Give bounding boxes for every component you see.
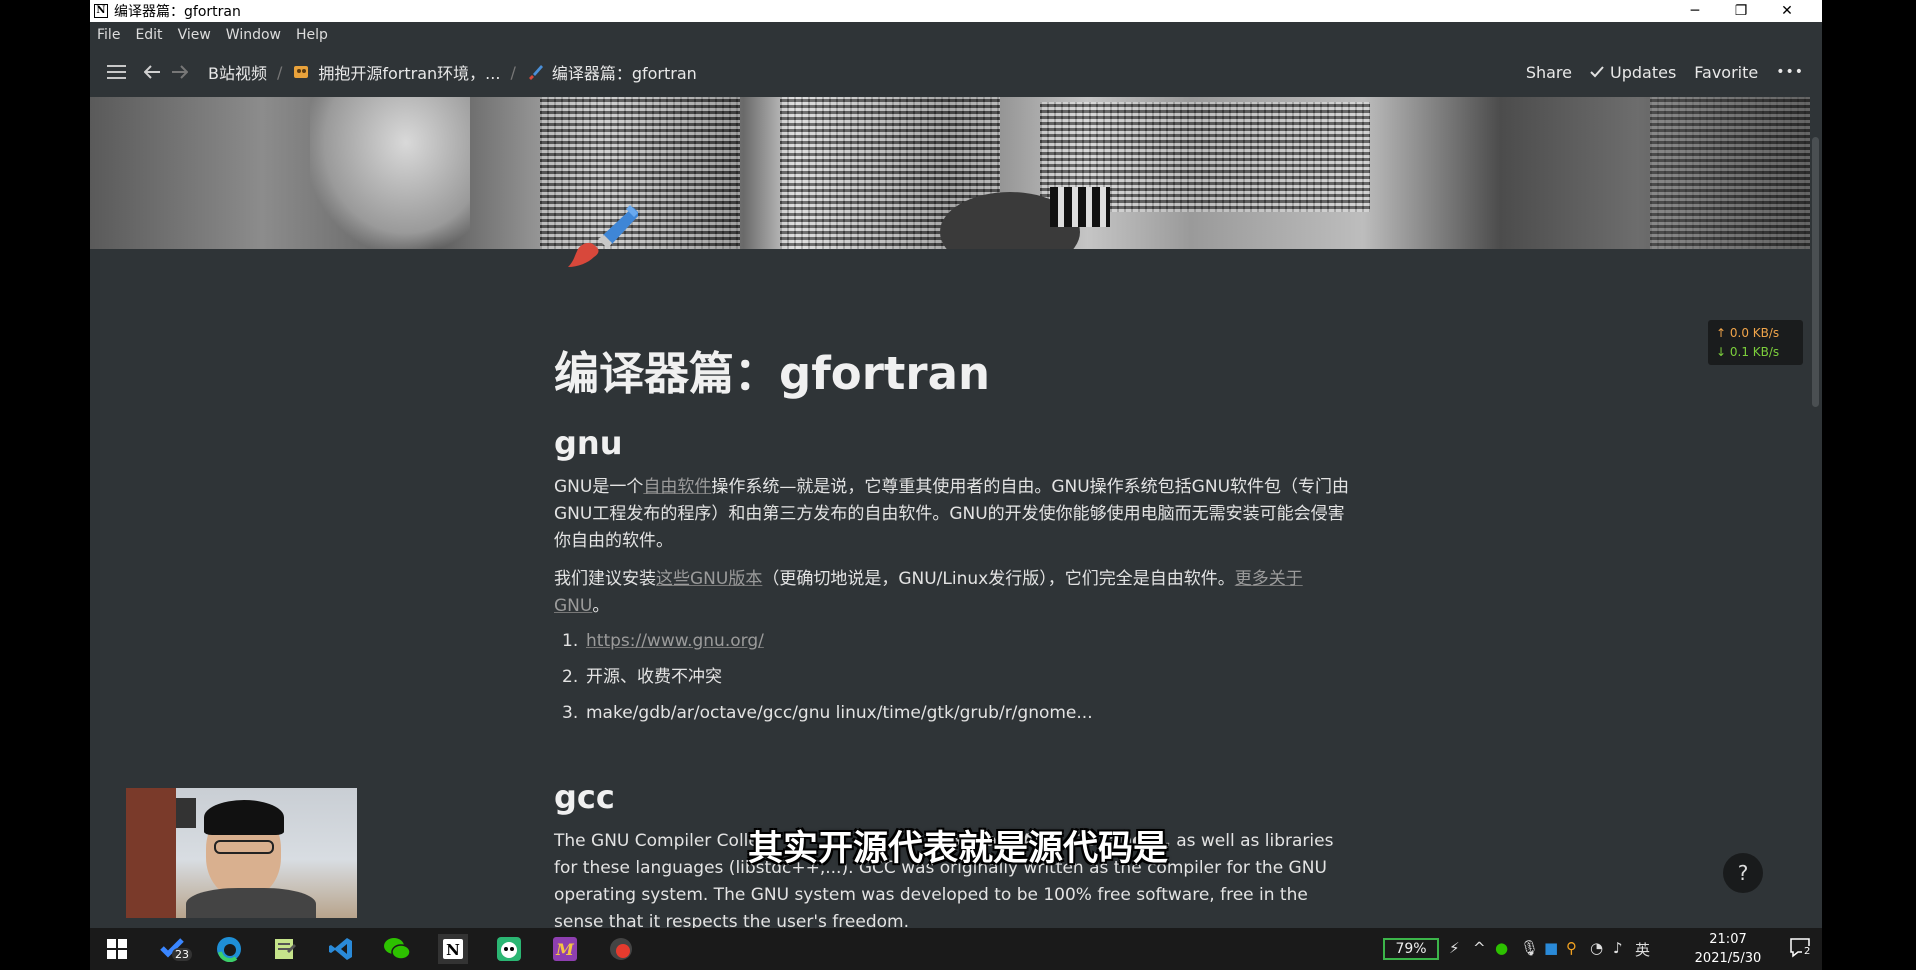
- breadcrumb-item-bilibili[interactable]: B站视频: [208, 60, 267, 84]
- page-icon-paintbrush[interactable]: [558, 205, 638, 285]
- edge-browser-icon[interactable]: [214, 934, 244, 964]
- svg-text:N: N: [446, 941, 460, 959]
- list-item[interactable]: 2. 开源、收费不冲突: [562, 664, 722, 691]
- chevron-up-icon[interactable]: ^: [1473, 939, 1486, 957]
- notion-taskbar-icon[interactable]: N: [438, 934, 468, 964]
- download-speed: ↓ 0.1 KB/s: [1716, 345, 1780, 359]
- video-subtitle: 其实开源代表就是源代码是: [748, 829, 1169, 869]
- todo-badge: 23: [172, 948, 192, 961]
- scrollbar-thumb[interactable]: [1812, 137, 1819, 407]
- text-span: GNU是一个: [554, 477, 644, 497]
- share-button[interactable]: Share: [1526, 63, 1572, 82]
- clock-time: 21:07: [1709, 932, 1747, 947]
- page-title[interactable]: 编译器篇：gfortran: [554, 337, 990, 402]
- list-text: 开源、收费不冲突: [586, 667, 722, 687]
- link-free-software[interactable]: 自由软件: [643, 477, 711, 497]
- volume-icon[interactable]: ♪: [1613, 939, 1623, 957]
- link-gnu-versions[interactable]: 这些GNU版本: [656, 569, 762, 589]
- wechat-tray-icon[interactable]: ●: [1495, 939, 1508, 957]
- menu-bar: File Edit View Window Help: [90, 22, 1822, 47]
- restore-button[interactable]: ❐: [1718, 0, 1764, 22]
- heading-gnu[interactable]: gnu: [554, 424, 622, 462]
- page-cover-image[interactable]: [90, 97, 1810, 249]
- todo-app-icon[interactable]: 23: [158, 934, 192, 964]
- list-number: 2.: [562, 667, 579, 687]
- microphone-icon[interactable]: 🎙: [1520, 939, 1539, 957]
- webcam-overlay: [126, 788, 357, 918]
- wechat-icon[interactable]: [382, 934, 412, 964]
- text-span: 。: [592, 596, 610, 616]
- clock-date: 2021/5/30: [1694, 951, 1762, 966]
- menu-help[interactable]: Help: [296, 27, 328, 43]
- favorite-button[interactable]: Favorite: [1694, 63, 1758, 82]
- search-tray-icon[interactable]: ⚲: [1566, 939, 1577, 957]
- list-number: 1.: [562, 631, 579, 651]
- title-bar: N 编译器篇：gfortran ─ ❐ ✕: [90, 0, 1822, 22]
- windows-start-icon[interactable]: [102, 934, 132, 964]
- text-span: 我们建议安装: [554, 569, 656, 589]
- panda-app-icon[interactable]: [494, 934, 524, 964]
- paragraph-gnu-intro[interactable]: GNU是一个自由软件操作系统—就是说，它尊重其使用者的自由。GNU操作系统包括G…: [554, 474, 1354, 555]
- list-item[interactable]: 3. make/gdb/ar/octave/gcc/gnu linux/time/…: [562, 700, 1093, 727]
- battery-indicator[interactable]: 79%: [1383, 938, 1439, 960]
- close-button[interactable]: ✕: [1764, 0, 1810, 22]
- screen-recorder-icon[interactable]: [606, 934, 636, 964]
- vscode-icon[interactable]: [326, 934, 356, 964]
- minimize-button[interactable]: ─: [1672, 0, 1718, 22]
- menu-edit[interactable]: Edit: [135, 27, 162, 43]
- notification-center-icon[interactable]: 2: [1790, 938, 1813, 958]
- power-plug-icon[interactable]: ⚡: [1449, 939, 1460, 957]
- breadcrumb-item-fortran[interactable]: 拥抱开源fortran环境，...: [318, 60, 500, 84]
- system-clock[interactable]: 21:07 2021/5/30: [1688, 930, 1768, 968]
- updates-button[interactable]: Updates: [1610, 63, 1676, 82]
- upload-speed: ↑ 0.0 KB/s: [1716, 326, 1780, 340]
- mathtype-icon[interactable]: M: [550, 934, 580, 964]
- list-number: 3.: [562, 703, 579, 723]
- windows-taskbar: 23 N M 79% ⚡ ^ ● 🎙 ■ ⚲ ◔ ♪ 英 21:07 2021/…: [90, 928, 1822, 970]
- list-text: make/gdb/ar/octave/gcc/gnu linux/time/gt…: [586, 703, 1093, 723]
- input-method-indicator[interactable]: 英: [1635, 939, 1650, 960]
- back-arrow-icon[interactable]: [144, 65, 161, 79]
- page-scrollbar[interactable]: [1810, 97, 1822, 928]
- breadcrumb-separator: /: [510, 62, 516, 82]
- cloud-sync-icon[interactable]: ■: [1544, 939, 1558, 957]
- help-button[interactable]: ?: [1723, 853, 1763, 893]
- text-span: （更确切地说是，GNU/Linux发行版），它们完全是自由软件。: [762, 569, 1235, 589]
- forward-arrow-icon[interactable]: [171, 65, 188, 79]
- notion-logo-icon: N: [94, 4, 108, 18]
- network-speed-widget: ↑ 0.0 KB/s ↓ 0.1 KB/s: [1708, 320, 1803, 365]
- heading-gcc[interactable]: gcc: [554, 778, 615, 816]
- breadcrumb-item-current[interactable]: 编译器篇：gfortran: [552, 60, 697, 84]
- top-bar-actions: Share Updates Favorite •••: [1526, 47, 1822, 97]
- paragraph-gnu-install[interactable]: 我们建议安装这些GNU版本（更确切地说是，GNU/Linux发行版），它们完全是…: [554, 566, 1354, 620]
- menu-window[interactable]: Window: [226, 27, 281, 43]
- sidebar-toggle-icon[interactable]: [107, 64, 126, 80]
- more-options-button[interactable]: •••: [1776, 64, 1804, 80]
- wifi-icon[interactable]: ◔: [1590, 939, 1603, 957]
- menu-view[interactable]: View: [178, 27, 211, 43]
- page-emoji-icon: [294, 66, 309, 78]
- svg-text:M: M: [555, 940, 575, 959]
- breadcrumb-separator: /: [276, 62, 283, 82]
- checkmark-icon: [1590, 66, 1604, 78]
- list-item[interactable]: 1. https://www.gnu.org/: [562, 628, 764, 655]
- paintbrush-icon: [528, 65, 543, 80]
- menu-file[interactable]: File: [97, 27, 120, 43]
- top-bar: B站视频 / 拥抱开源fortran环境，... / 编译器篇：gfortran…: [90, 47, 1822, 97]
- text-span: The GNU Compiler Colle: [554, 831, 759, 851]
- notepad-app-icon[interactable]: [270, 934, 300, 964]
- link-gnu-org[interactable]: https://www.gnu.org/: [586, 631, 764, 651]
- window-title: 编译器篇：gfortran: [114, 4, 241, 20]
- notification-count: 2: [1802, 946, 1813, 957]
